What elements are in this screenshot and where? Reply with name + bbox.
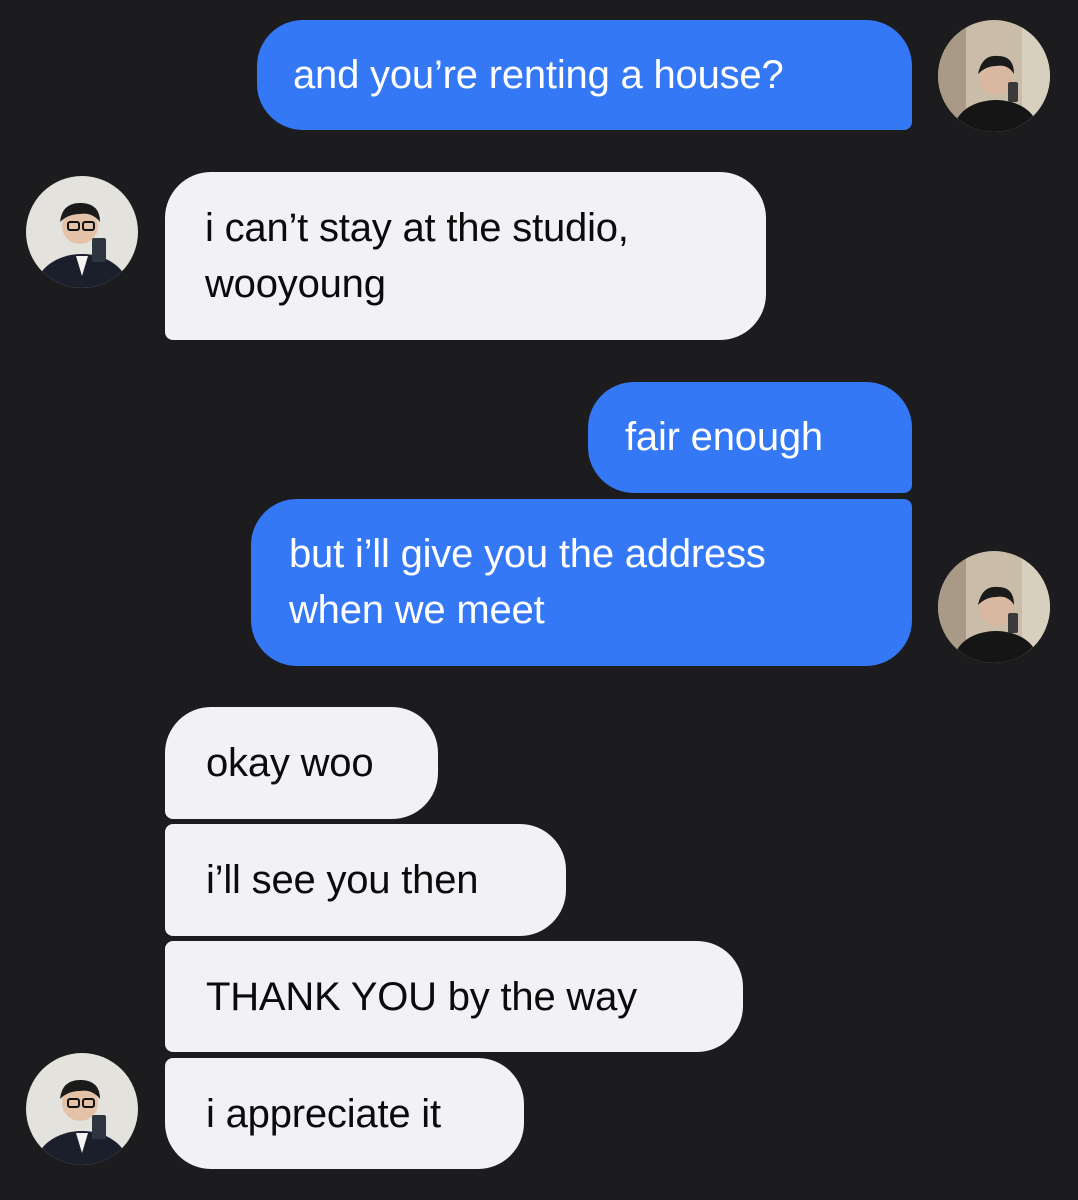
avatar-me[interactable] [938, 551, 1050, 663]
received-message-bubble[interactable]: THANK YOU by the way [165, 941, 743, 1052]
avatar-photo-icon [938, 551, 1050, 663]
received-message-bubble[interactable]: okay woo [165, 707, 438, 819]
received-message-bubble[interactable]: i can’t stay at the studio, wooyoung [165, 172, 766, 340]
avatar-me[interactable] [938, 20, 1050, 132]
received-message-bubble[interactable]: i appreciate it [165, 1058, 524, 1169]
received-message-bubble[interactable]: i’ll see you then [165, 824, 566, 936]
chat-screen: { "conversation": { "messages": [ {"send… [0, 0, 1078, 1200]
avatar-contact[interactable] [26, 1053, 138, 1165]
sent-message-bubble[interactable]: fair enough [588, 382, 912, 493]
avatar-photo-icon [26, 1053, 138, 1165]
avatar-photo-icon [26, 176, 138, 288]
avatar-photo-icon [938, 20, 1050, 132]
sent-message-bubble[interactable]: but i’ll give you the address when we me… [251, 499, 912, 666]
avatar-contact[interactable] [26, 176, 138, 288]
sent-message-bubble[interactable]: and you’re renting a house? [257, 20, 912, 130]
